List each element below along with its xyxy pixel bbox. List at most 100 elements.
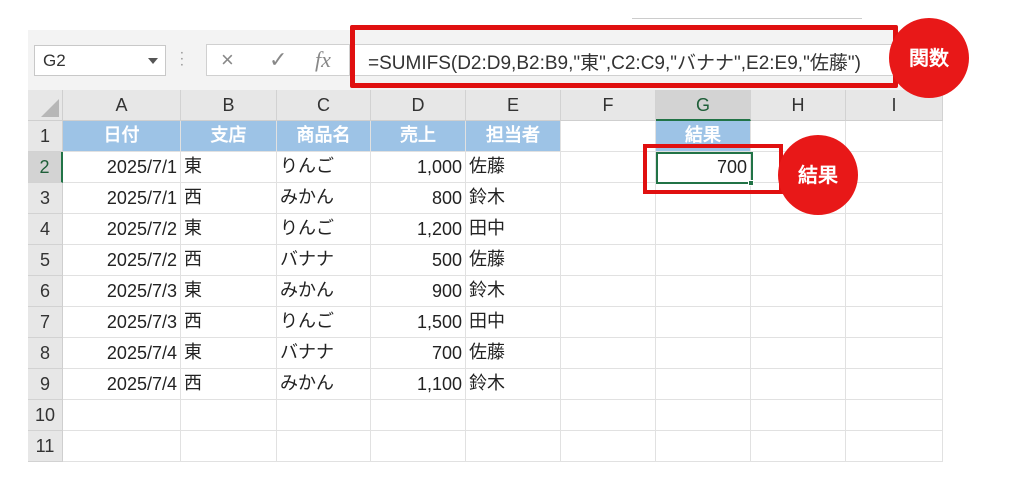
cell-e2[interactable]: 佐藤 xyxy=(466,152,561,183)
row-header-4[interactable]: 4 xyxy=(28,214,63,245)
cell-d1[interactable]: 売上 xyxy=(371,121,466,152)
cell-f10[interactable] xyxy=(561,400,656,431)
cell-g5[interactable] xyxy=(656,245,751,276)
cell-i7[interactable] xyxy=(846,307,943,338)
cell-h5[interactable] xyxy=(751,245,846,276)
cell-d9[interactable]: 1,100 xyxy=(371,369,466,400)
cell-a10[interactable] xyxy=(63,400,181,431)
cell-f11[interactable] xyxy=(561,431,656,462)
cell-e5[interactable]: 佐藤 xyxy=(466,245,561,276)
cell-b8[interactable]: 東 xyxy=(181,338,277,369)
cell-e9[interactable]: 鈴木 xyxy=(466,369,561,400)
row-header-2[interactable]: 2 xyxy=(28,152,63,183)
cell-g9[interactable] xyxy=(656,369,751,400)
cell-d3[interactable]: 800 xyxy=(371,183,466,214)
cell-d8[interactable]: 700 xyxy=(371,338,466,369)
cell-i2[interactable] xyxy=(846,152,943,183)
cell-e3[interactable]: 鈴木 xyxy=(466,183,561,214)
row-header-1[interactable]: 1 xyxy=(28,121,63,152)
row-header-8[interactable]: 8 xyxy=(28,338,63,369)
cell-i5[interactable] xyxy=(846,245,943,276)
cell-e6[interactable]: 鈴木 xyxy=(466,276,561,307)
cell-d6[interactable]: 900 xyxy=(371,276,466,307)
cell-h4[interactable] xyxy=(751,214,846,245)
cell-b11[interactable] xyxy=(181,431,277,462)
row-header-9[interactable]: 9 xyxy=(28,369,63,400)
column-header-h[interactable]: H xyxy=(751,90,846,121)
cell-b1[interactable]: 支店 xyxy=(181,121,277,152)
cell-c6[interactable]: みかん xyxy=(277,276,371,307)
cell-g11[interactable] xyxy=(656,431,751,462)
cell-c9[interactable]: みかん xyxy=(277,369,371,400)
cell-a3[interactable]: 2025/7/1 xyxy=(63,183,181,214)
cell-g4[interactable] xyxy=(656,214,751,245)
cell-b6[interactable]: 東 xyxy=(181,276,277,307)
cell-b10[interactable] xyxy=(181,400,277,431)
column-header-c[interactable]: C xyxy=(277,90,371,121)
insert-function-icon[interactable]: fx xyxy=(315,47,331,73)
cell-i4[interactable] xyxy=(846,214,943,245)
cell-g6[interactable] xyxy=(656,276,751,307)
column-header-e[interactable]: E xyxy=(466,90,561,121)
cancel-icon[interactable]: × xyxy=(221,47,234,73)
cell-e8[interactable]: 佐藤 xyxy=(466,338,561,369)
cell-f2[interactable] xyxy=(561,152,656,183)
cell-a8[interactable]: 2025/7/4 xyxy=(63,338,181,369)
row-header-5[interactable]: 5 xyxy=(28,245,63,276)
cell-d11[interactable] xyxy=(371,431,466,462)
cell-h7[interactable] xyxy=(751,307,846,338)
cell-b3[interactable]: 西 xyxy=(181,183,277,214)
cell-e10[interactable] xyxy=(466,400,561,431)
cell-h10[interactable] xyxy=(751,400,846,431)
row-header-10[interactable]: 10 xyxy=(28,400,63,431)
cell-b4[interactable]: 東 xyxy=(181,214,277,245)
cell-f4[interactable] xyxy=(561,214,656,245)
row-header-11[interactable]: 11 xyxy=(28,431,63,462)
cell-f3[interactable] xyxy=(561,183,656,214)
cell-a7[interactable]: 2025/7/3 xyxy=(63,307,181,338)
cell-i6[interactable] xyxy=(846,276,943,307)
cell-e1[interactable]: 担当者 xyxy=(466,121,561,152)
cell-h8[interactable] xyxy=(751,338,846,369)
cell-c1[interactable]: 商品名 xyxy=(277,121,371,152)
cell-g10[interactable] xyxy=(656,400,751,431)
cell-a6[interactable]: 2025/7/3 xyxy=(63,276,181,307)
cell-e11[interactable] xyxy=(466,431,561,462)
cell-i11[interactable] xyxy=(846,431,943,462)
cell-f1[interactable] xyxy=(561,121,656,152)
cell-c4[interactable]: りんご xyxy=(277,214,371,245)
cell-i9[interactable] xyxy=(846,369,943,400)
column-header-g[interactable]: G xyxy=(656,90,751,121)
check-icon[interactable]: ✓ xyxy=(269,47,287,73)
column-header-d[interactable]: D xyxy=(371,90,466,121)
cell-c2[interactable]: りんご xyxy=(277,152,371,183)
column-header-a[interactable]: A xyxy=(63,90,181,121)
cell-b9[interactable]: 西 xyxy=(181,369,277,400)
cell-f7[interactable] xyxy=(561,307,656,338)
cell-b2[interactable]: 東 xyxy=(181,152,277,183)
cell-g8[interactable] xyxy=(656,338,751,369)
cell-c10[interactable] xyxy=(277,400,371,431)
cell-i8[interactable] xyxy=(846,338,943,369)
cell-b7[interactable]: 西 xyxy=(181,307,277,338)
row-header-3[interactable]: 3 xyxy=(28,183,63,214)
select-all-button[interactable] xyxy=(28,90,63,121)
column-header-b[interactable]: B xyxy=(181,90,277,121)
cell-a2[interactable]: 2025/7/1 xyxy=(63,152,181,183)
column-header-f[interactable]: F xyxy=(561,90,656,121)
cell-c8[interactable]: バナナ xyxy=(277,338,371,369)
cell-f5[interactable] xyxy=(561,245,656,276)
cell-c3[interactable]: みかん xyxy=(277,183,371,214)
cell-c7[interactable]: りんご xyxy=(277,307,371,338)
cell-e7[interactable]: 田中 xyxy=(466,307,561,338)
cell-a9[interactable]: 2025/7/4 xyxy=(63,369,181,400)
cell-h6[interactable] xyxy=(751,276,846,307)
cell-d10[interactable] xyxy=(371,400,466,431)
cell-a4[interactable]: 2025/7/2 xyxy=(63,214,181,245)
cell-d5[interactable]: 500 xyxy=(371,245,466,276)
cell-d4[interactable]: 1,200 xyxy=(371,214,466,245)
cell-i10[interactable] xyxy=(846,400,943,431)
cell-f6[interactable] xyxy=(561,276,656,307)
cell-h9[interactable] xyxy=(751,369,846,400)
cell-f8[interactable] xyxy=(561,338,656,369)
